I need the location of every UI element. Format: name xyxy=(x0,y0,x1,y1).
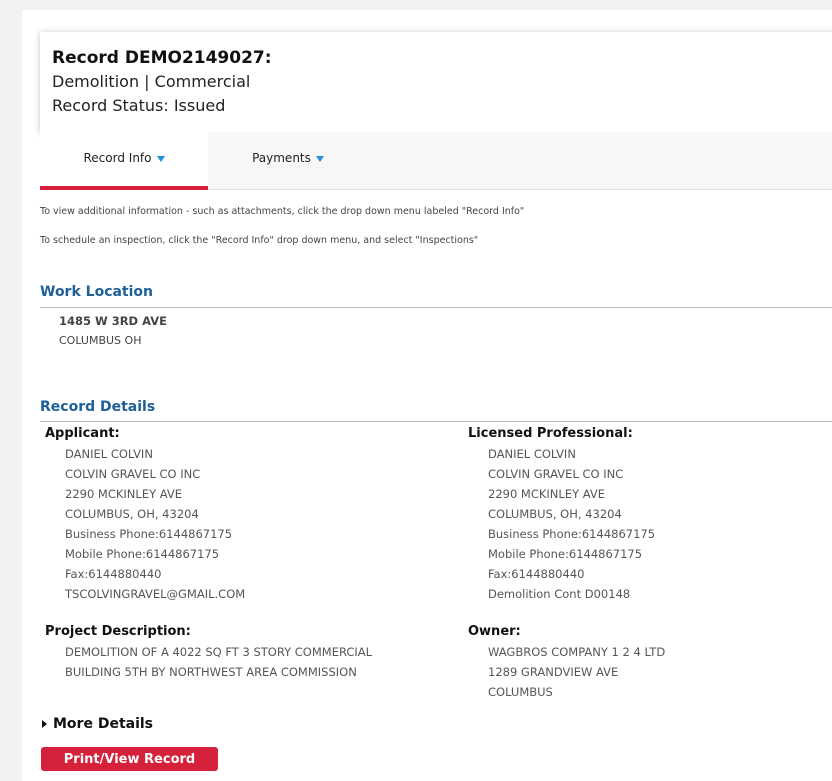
record-header-card: Record DEMO2149027: Demolition | Commerc… xyxy=(40,32,832,132)
applicant-line: COLVIN GRAVEL CO INC xyxy=(65,467,201,481)
work-location-title: Work Location xyxy=(40,284,154,300)
applicant-line: 2290 MCKINLEY AVE xyxy=(65,487,183,501)
print-view-record-button[interactable]: Print/View Record xyxy=(41,747,218,771)
more-details-toggle[interactable]: More Details xyxy=(42,716,153,732)
licensed-professional-line: Business Phone:6144867175 xyxy=(488,527,656,541)
applicant-line: Business Phone:6144867175 xyxy=(65,527,233,541)
owner-line: 1289 GRANDVIEW AVE xyxy=(488,665,619,679)
licensed-professional-line: Mobile Phone:6144867175 xyxy=(488,547,643,561)
record-type: Demolition | Commercial xyxy=(52,72,251,91)
tab-payments-label: Payments xyxy=(252,151,311,165)
work-location-city: COLUMBUS OH xyxy=(59,334,142,347)
applicant-line: TSCOLVINGRAVEL@GMAIL.COM xyxy=(65,587,246,601)
section-divider xyxy=(40,307,832,308)
project-description-line: DEMOLITION OF A 4022 SQ FT 3 STORY COMME… xyxy=(65,645,373,659)
record-details-title: Record Details xyxy=(40,399,156,415)
work-location-address: 1485 W 3RD AVE xyxy=(59,314,167,328)
applicant-line: COLUMBUS, OH, 43204 xyxy=(65,507,199,521)
caret-down-icon xyxy=(315,155,324,162)
owner-heading: Owner: xyxy=(468,624,521,639)
tab-record-info-label: Record Info xyxy=(83,151,152,165)
caret-down-icon xyxy=(156,155,165,162)
applicant-line: DANIEL COLVIN xyxy=(65,447,153,461)
licensed-professional-line: 2290 MCKINLEY AVE xyxy=(488,487,606,501)
licensed-professional-line: DANIEL COLVIN xyxy=(488,447,576,461)
info-inspection-hint: To schedule an inspection, click the "Re… xyxy=(40,235,479,246)
owner-line: WAGBROS COMPANY 1 2 4 LTD xyxy=(488,645,666,659)
section-divider xyxy=(40,421,832,422)
tab-record-info[interactable]: Record Info xyxy=(40,132,208,190)
project-description-section: Project Description: DEMOLITION OF A 402… xyxy=(45,624,425,682)
owner-section: Owner: WAGBROS COMPANY 1 2 4 LTD 1289 GR… xyxy=(468,624,832,702)
licensed-professional-heading: Licensed Professional: xyxy=(468,426,633,441)
applicant-heading: Applicant: xyxy=(45,426,120,441)
record-tabs: Record Info Payments xyxy=(40,132,832,190)
licensed-professional-line: COLUMBUS, OH, 43204 xyxy=(488,507,622,521)
applicant-section: Applicant: DANIEL COLVIN COLVIN GRAVEL C… xyxy=(45,426,425,604)
applicant-line: Mobile Phone:6144867175 xyxy=(65,547,220,561)
triangle-right-icon xyxy=(42,720,47,728)
tab-payments[interactable]: Payments xyxy=(208,132,368,189)
licensed-professional-line: COLVIN GRAVEL CO INC xyxy=(488,467,624,481)
licensed-professional-line: Fax:6144880440 xyxy=(488,567,585,581)
licensed-professional-section: Licensed Professional: DANIEL COLVIN COL… xyxy=(468,426,832,604)
project-description-heading: Project Description: xyxy=(45,624,191,639)
more-details-label: More Details xyxy=(53,716,154,732)
project-description-line: BUILDING 5TH BY NORTHWEST AREA COMMISSIO… xyxy=(65,665,357,679)
licensed-professional-line: Demolition Cont D00148 xyxy=(488,587,631,601)
page-content: Record DEMO2149027: Demolition | Commerc… xyxy=(22,10,832,781)
record-title: Record DEMO2149027: xyxy=(52,48,272,68)
record-status: Record Status: Issued xyxy=(52,96,226,115)
applicant-line: Fax:6144880440 xyxy=(65,567,162,581)
owner-line: COLUMBUS xyxy=(488,685,553,699)
info-attachments-hint: To view additional information - such as… xyxy=(40,206,525,217)
